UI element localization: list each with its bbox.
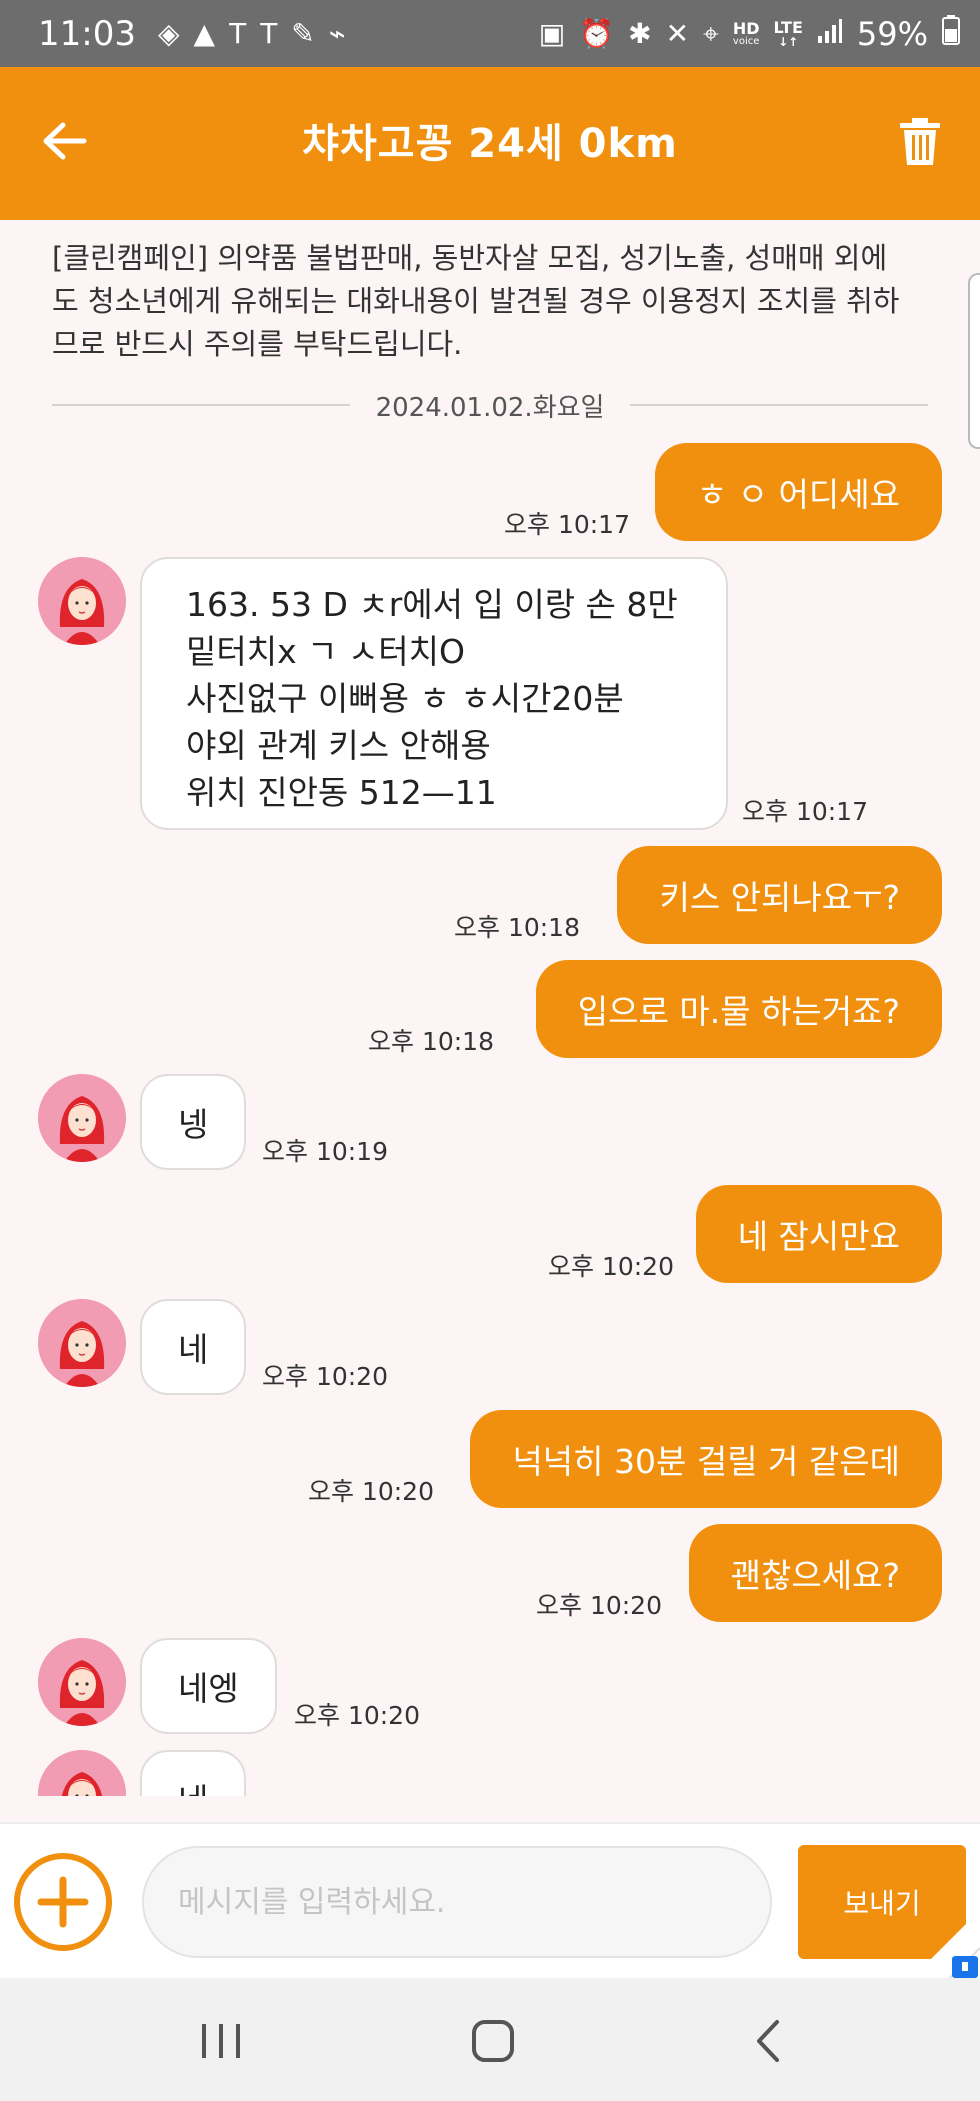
date-divider: 2024.01.02.화요일 [52,385,929,425]
message-line: 163. 53 D ㅊr에서 입 이랑 손 8만 [186,585,678,624]
status-bar: 11:03 ◈ ▲ T T ✎ ⌁ ▣ ⏰ ✱ ✕ ⌖ HD voice LTE… [0,0,980,67]
screen-lock-icon [908,1910,980,1982]
alarm-icon: ⏰ [579,16,615,50]
message-line: 사진없구 이뻐용 ㅎ ㅎ시간20분 [186,679,624,718]
home-icon [472,2020,514,2062]
message-incoming: 넹 [140,1074,247,1170]
avatar[interactable] [38,1750,126,1796]
message-time: 오후 10:20 [262,1362,388,1391]
status-left: 11:03 ◈ ▲ T T ✎ ⌁ [38,14,346,54]
corner-badge[interactable] [908,1910,980,1982]
message-input[interactable] [142,1846,772,1958]
message-outgoing: 괜찮으세요? [688,1524,942,1622]
message-outgoing: 네 잠시만요 [695,1185,942,1283]
message-time: 오후 10:18 [454,913,580,942]
shoe-icon: ⌁ [328,16,346,50]
message-time: 오후 10:20 [308,1477,434,1506]
battery-icon [942,14,960,53]
maps-icon: ◈ [157,16,180,50]
status-time: 11:03 [38,13,136,54]
lte-label: LTE [773,17,803,37]
location-icon: ⌖ [703,16,719,50]
message-time: 오후 10:19 [262,1137,388,1166]
add-attachment-button[interactable] [12,1851,114,1953]
signal-icon [817,18,843,49]
page-title: 챠차고꽁 24세 0km [302,121,678,167]
folder-icon: ▣ [538,16,566,50]
recent-apps-button[interactable] [196,2018,246,2064]
message-time: 오후 10:18 [368,1027,494,1056]
message-incoming: 네 [140,1750,247,1796]
hd-label: HD [732,18,760,38]
divider-line [630,404,929,406]
message-input-bar: 보내기 [0,1822,980,1980]
hd-voice-indicator: HD voice [732,18,760,47]
avatar[interactable] [38,1638,126,1726]
avatar[interactable] [38,557,126,645]
system-nav-bar [0,1978,980,2101]
back-nav-button[interactable] [744,2018,794,2064]
recent-apps-icon [202,2024,240,2058]
home-button[interactable] [468,2018,518,2064]
message-time: 오후 10:20 [548,1252,674,1281]
message-time: 오후 10:20 [294,1701,420,1730]
back-icon [757,2020,779,2062]
avatar[interactable] [38,1074,126,1162]
battery-percent: 59% [856,14,928,53]
plus-circle-icon [14,1853,112,1951]
delete-button[interactable] [898,117,942,167]
message-time: 오후 10:17 [504,510,630,539]
message-outgoing: 키스 안되나요ㅜ? [617,846,942,944]
message-line: 밑터치x ㄱ ㅅ터치O [186,632,466,671]
message-outgoing: 입으로 마.물 하는거죠? [535,960,942,1058]
message-incoming: 163. 53 D ㅊr에서 입 이랑 손 8만 밑터치x ㄱ ㅅ터치O 사진없… [140,557,728,830]
message-time: 오후 10:17 [742,797,868,826]
t-app-icon: T [229,16,247,50]
scroll-handle[interactable] [968,273,980,449]
bluetooth-icon: ✱ [628,16,652,50]
divider-line [52,404,350,406]
data-arrows-icon: ↓↑ [778,34,799,49]
voice-label: voice [732,35,760,47]
message-incoming: 네 [140,1299,247,1395]
running-shoe-icon: ✎ [291,16,315,50]
message-time: 오후 10:20 [536,1591,662,1620]
date-label: 2024.01.02.화요일 [375,392,605,423]
message-line: 야외 관계 키스 안해용 [186,726,491,765]
status-right: ▣ ⏰ ✱ ✕ ⌖ HD voice LTE ↓↑ 59% [538,14,960,53]
message-list[interactable]: ㅎ ㅇ 어디세요 오후 10:17 163. 53 D ㅊr에서 입 이랑 손 … [0,430,980,1796]
message-outgoing: 넉넉히 30분 걸릴 거 같은데 [470,1410,942,1508]
avatar[interactable] [38,1299,126,1387]
lte-indicator: LTE ↓↑ [773,17,803,49]
mute-icon: ✕ [665,16,690,50]
app-bar: 챠차고꽁 24세 0km [0,67,980,220]
navigation-icon: ▲ [193,16,216,50]
t-app-icon-2: T [260,16,278,50]
trash-icon [900,118,940,165]
message-incoming: 네엥 [140,1638,277,1734]
notice-text: [클린캠페인] 의약품 불법판매, 동반자살 모집, 성기노출, 성매매 외에도… [52,241,900,361]
message-outgoing: ㅎ ㅇ 어디세요 [654,443,942,541]
message-line: 위치 진안동 512—11 [186,773,497,812]
